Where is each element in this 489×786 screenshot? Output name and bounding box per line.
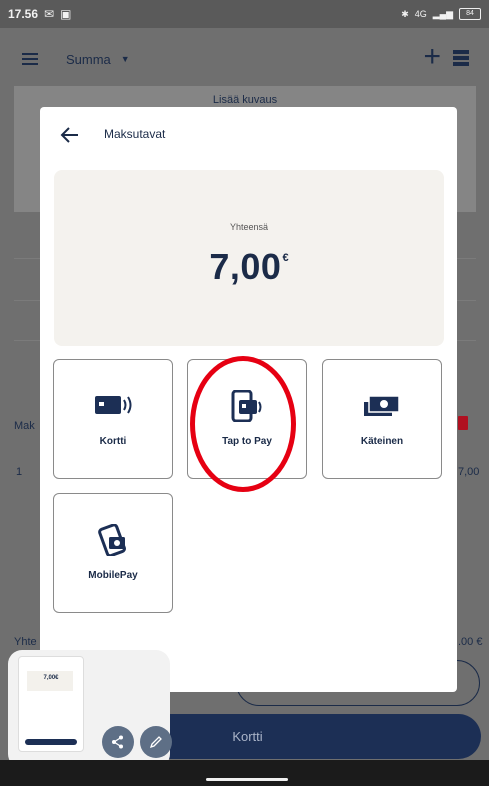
share-button[interactable]	[102, 726, 134, 758]
currency-symbol: €	[282, 252, 289, 264]
add-icon[interactable]: +	[423, 42, 441, 72]
method-label: Kortti	[99, 436, 127, 447]
total-amount: 7,00€	[54, 246, 444, 288]
notification-icon: ✉	[44, 7, 55, 21]
screenshot-thumbnail[interactable]: 7,00€	[18, 656, 84, 752]
pencil-icon	[149, 736, 162, 749]
dialog-title: Maksutavat	[104, 127, 166, 141]
total-label: Yhteensä	[229, 222, 269, 232]
back-arrow-icon[interactable]	[58, 123, 82, 147]
screenshot-preview[interactable]: 7,00€	[8, 650, 172, 768]
network-type: 4G	[414, 9, 427, 19]
mobilepay-icon	[98, 524, 126, 556]
method-label: MobilePay	[88, 570, 138, 581]
thumb-button	[25, 739, 77, 745]
signal-icon: ▂▄▆	[432, 8, 453, 19]
card-contactless-icon	[95, 396, 132, 414]
method-card-button[interactable]: Kortti	[53, 359, 173, 479]
register-icon[interactable]	[453, 50, 469, 66]
amount-value: 7,00	[209, 246, 282, 287]
total-label: Yhte	[14, 636, 37, 648]
menu-icon[interactable]	[22, 53, 38, 65]
method-cash-button[interactable]: Käteinen	[322, 359, 442, 479]
delete-icon[interactable]	[458, 416, 468, 430]
row-quantity: 1	[16, 466, 23, 478]
total-amount: .00 €	[458, 636, 483, 648]
payments-label: Mak	[14, 420, 35, 432]
highlight-circle	[190, 356, 296, 492]
cash-icon	[364, 395, 400, 416]
thumb-amount: 7,00€	[43, 675, 59, 681]
add-description-link[interactable]: Lisää kuvaus	[14, 94, 476, 106]
app-title[interactable]: Summa	[66, 52, 111, 67]
chevron-down-icon[interactable]: ▼	[121, 54, 130, 64]
app-bar: Summa ▼ +	[0, 28, 489, 90]
clock: 17.56	[8, 7, 39, 21]
method-mobilepay-button[interactable]: MobilePay	[53, 493, 173, 613]
battery-icon: 84	[459, 8, 481, 20]
total-card: Yhteensä 7,00€	[54, 170, 444, 346]
row-amount: 7,00	[458, 466, 480, 478]
method-label: Käteinen	[360, 436, 404, 447]
status-bar: 17.56 ✉ ▣ ✱ 4G ▂▄▆ 84	[0, 0, 489, 28]
image-notification-icon: ▣	[60, 7, 72, 21]
system-nav-bar	[0, 760, 489, 786]
bluetooth-icon: ✱	[401, 8, 409, 19]
edit-button[interactable]	[140, 726, 172, 758]
share-icon	[112, 735, 123, 749]
thumb-total-card	[27, 671, 73, 691]
home-gesture-bar[interactable]	[206, 778, 288, 781]
